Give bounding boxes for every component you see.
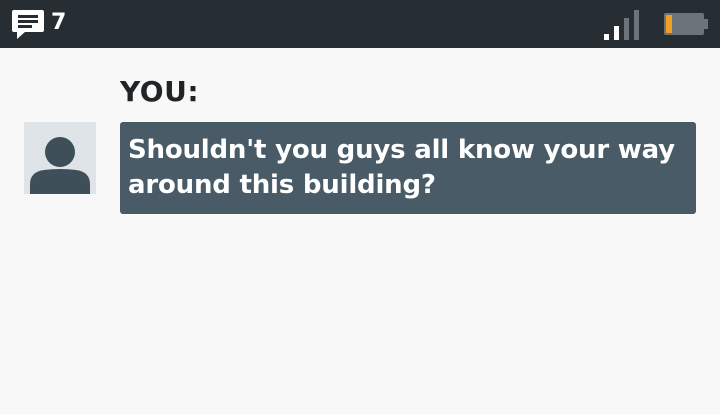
status-bar: 7 [0,0,720,48]
battery-low-icon [664,13,708,35]
dialogue-bubble[interactable]: Shouldn't you guys all know your way aro… [120,122,696,214]
dialogue-text: Shouldn't you guys all know your way aro… [128,135,675,200]
speaker-label: YOU: [120,75,200,108]
person-silhouette-icon [30,137,90,194]
signal-strength-icon [604,10,639,40]
avatar [24,122,96,194]
chat-bubble-icon[interactable] [11,8,45,40]
message-count: 7 [51,10,67,35]
